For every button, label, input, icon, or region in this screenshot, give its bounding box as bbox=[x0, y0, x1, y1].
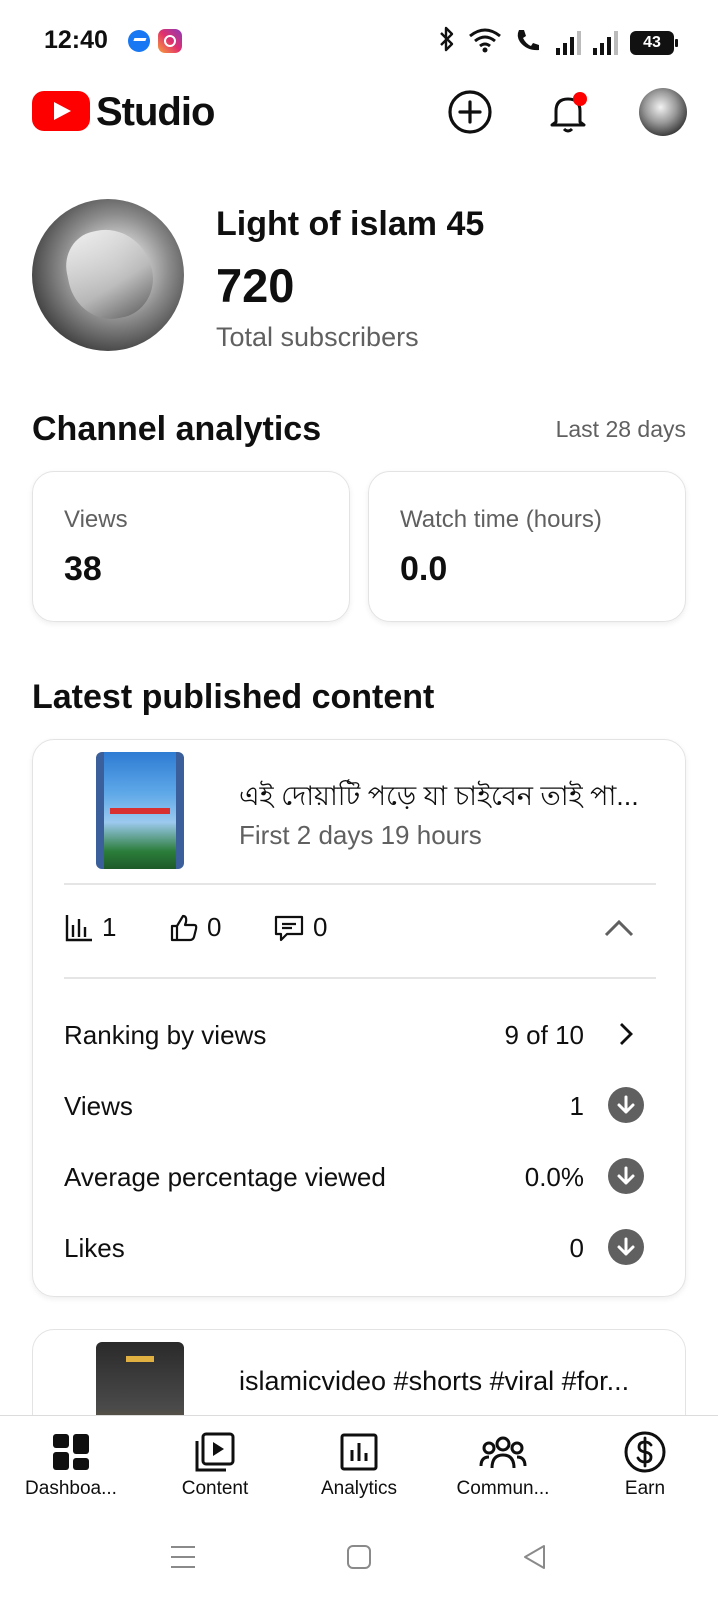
nav-content[interactable]: Content bbox=[150, 1426, 280, 1512]
dashboard-icon bbox=[6, 1426, 136, 1478]
earn-icon bbox=[580, 1426, 710, 1478]
messenger-icon bbox=[128, 30, 150, 52]
comment-icon bbox=[274, 915, 304, 941]
community-icon bbox=[438, 1426, 568, 1478]
nav-label: Earn bbox=[624, 1478, 666, 1499]
battery-level: 43 bbox=[643, 33, 661, 51]
status-time: 12:40 bbox=[44, 26, 108, 54]
video-title[interactable]: এই দোয়াটি পড়ে যা চাইবেন তাই পা... bbox=[239, 776, 659, 821]
thumbs-up-icon bbox=[170, 914, 198, 941]
detail-label: Likes bbox=[64, 1233, 125, 1263]
metric-likes-value: 0 bbox=[207, 912, 222, 942]
detail-value: 1 bbox=[569, 1091, 584, 1121]
recent-apps-icon[interactable] bbox=[163, 1537, 203, 1577]
metric-comments-value: 0 bbox=[313, 912, 328, 942]
channel-avatar bbox=[32, 199, 184, 351]
stat-value: 38 bbox=[64, 550, 102, 588]
youtube-logo-icon bbox=[32, 91, 90, 131]
nav-label: Commun... bbox=[456, 1478, 550, 1499]
instagram-icon bbox=[158, 29, 182, 53]
nav-community[interactable]: Commun... bbox=[438, 1426, 568, 1512]
nav-earn[interactable]: Earn bbox=[580, 1426, 710, 1512]
latest-video-card: এই দোয়াটি পড়ে যা চাইবেন তাই পা... Firs… bbox=[32, 739, 686, 1297]
notifications-icon bbox=[550, 92, 587, 133]
system-nav bbox=[0, 1515, 718, 1600]
status-indicators: 43 bbox=[438, 26, 678, 59]
detail-label: Average percentage viewed bbox=[64, 1162, 386, 1192]
stat-value: 0.0 bbox=[400, 550, 448, 588]
app-header: Studio bbox=[0, 82, 718, 148]
ranking-row[interactable]: Ranking by views 9 of 10 bbox=[64, 1012, 644, 1056]
metric-comments: 0 bbox=[273, 912, 327, 943]
chevron-up-icon bbox=[604, 919, 634, 937]
detail-label: Views bbox=[64, 1091, 133, 1121]
chevron-right-icon[interactable] bbox=[608, 1016, 644, 1052]
subscriber-label: Total subscribers bbox=[216, 322, 419, 352]
bar-chart-icon bbox=[65, 914, 92, 941]
nav-label: Analytics bbox=[320, 1478, 398, 1499]
channel-analytics-title: Channel analytics bbox=[32, 410, 322, 448]
home-icon[interactable] bbox=[339, 1537, 379, 1577]
battery-icon: 43 bbox=[630, 30, 678, 55]
signal-icon bbox=[593, 30, 618, 55]
divider bbox=[64, 977, 656, 979]
content-icon bbox=[150, 1426, 280, 1478]
latest-content-title: Latest published content bbox=[32, 678, 435, 716]
subscriber-count: 720 bbox=[216, 259, 295, 312]
metric-views: 1 bbox=[64, 912, 116, 943]
channel-name: Light of islam 45 bbox=[216, 205, 485, 243]
detail-value: 9 of 10 bbox=[504, 1020, 584, 1050]
wifi-icon bbox=[468, 27, 502, 58]
stat-label: Watch time (hours) bbox=[400, 506, 602, 533]
nav-label: Content bbox=[181, 1478, 249, 1499]
arrow-down-circle-icon[interactable] bbox=[608, 1229, 644, 1265]
watch-time-card[interactable]: Watch time (hours) 0.0 bbox=[368, 471, 686, 622]
video-title[interactable]: islamicvideo #shorts #viral #for... bbox=[239, 1366, 659, 1397]
status-bar: 12:40 43 bbox=[0, 0, 718, 82]
bluetooth-icon bbox=[438, 26, 456, 59]
views-card[interactable]: Views 38 bbox=[32, 471, 350, 622]
likes-row: Likes 0 bbox=[64, 1225, 644, 1269]
divider bbox=[64, 883, 656, 885]
app-name: Studio bbox=[96, 90, 215, 134]
metric-views-value: 1 bbox=[102, 912, 117, 942]
nav-analytics[interactable]: Analytics bbox=[294, 1426, 424, 1512]
volte-call-icon bbox=[514, 27, 544, 58]
views-row: Views 1 bbox=[64, 1083, 644, 1127]
stat-label: Views bbox=[64, 506, 128, 533]
bottom-nav: Dashboa... Content Analytics Commun... E… bbox=[0, 1415, 718, 1515]
create-button[interactable] bbox=[446, 88, 494, 136]
nav-label: Dashboa... bbox=[25, 1478, 117, 1499]
account-avatar[interactable] bbox=[639, 88, 687, 136]
video-meta: First 2 days 19 hours bbox=[239, 820, 482, 850]
back-icon[interactable] bbox=[515, 1537, 555, 1577]
video-thumbnail[interactable] bbox=[96, 752, 184, 869]
detail-value: 0.0% bbox=[524, 1162, 584, 1192]
average-percentage-row: Average percentage viewed 0.0% bbox=[64, 1154, 644, 1198]
analytics-icon bbox=[294, 1426, 424, 1478]
nav-dashboard[interactable]: Dashboa... bbox=[6, 1426, 136, 1512]
period-label: Last 28 days bbox=[555, 416, 686, 442]
arrow-down-circle-icon[interactable] bbox=[608, 1087, 644, 1123]
signal-icon bbox=[556, 30, 581, 55]
create-icon bbox=[448, 90, 492, 134]
arrow-down-circle-icon[interactable] bbox=[608, 1158, 644, 1194]
detail-label: Ranking by views bbox=[64, 1020, 267, 1050]
collapse-button[interactable] bbox=[595, 904, 643, 952]
notifications-button[interactable] bbox=[544, 88, 592, 136]
detail-value: 0 bbox=[569, 1233, 584, 1263]
metric-likes: 0 bbox=[169, 912, 221, 943]
